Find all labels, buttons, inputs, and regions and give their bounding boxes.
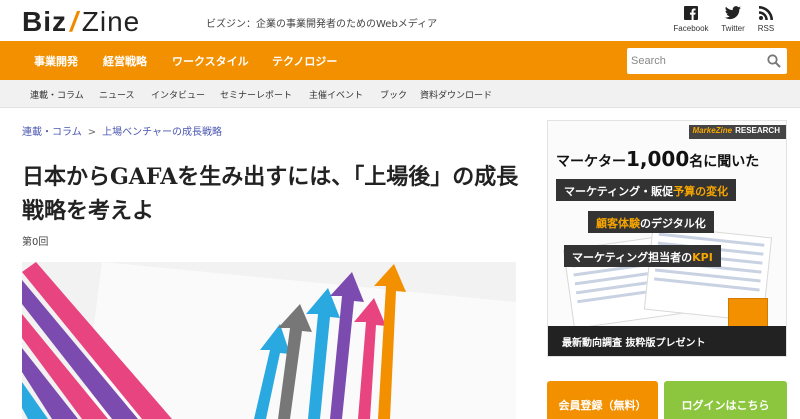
- logo-zine: Zine: [81, 6, 141, 37]
- site-tagline: ビズジン：企業の事業開発者のためのWebメディア: [206, 19, 438, 30]
- facebook-label: Facebook: [673, 24, 709, 33]
- ad-band-budget: マーケティング・販促予算の変化: [556, 179, 737, 201]
- rss-link[interactable]: RSS: [746, 6, 786, 33]
- subnav-item-seminar-report[interactable]: セミナーレポート: [220, 88, 292, 101]
- register-button[interactable]: 会員登録（無料）: [547, 381, 658, 419]
- logo-biz: Biz: [22, 6, 67, 37]
- ad-band2-post: のデジタル化: [640, 217, 706, 230]
- rss-label: RSS: [757, 24, 775, 33]
- rss-icon: [759, 6, 773, 20]
- breadcrumb-item-columns[interactable]: 連載・コラム: [22, 127, 82, 138]
- sidebar-ad-banner[interactable]: MarkeZine RESEARCH マーケター1,000名に聞いた マーケティン…: [547, 120, 787, 357]
- ad-brand-badge: MarkeZine RESEARCH: [688, 125, 786, 139]
- subnav-item-downloads[interactable]: 資料ダウンロード: [420, 88, 492, 101]
- search-icon[interactable]: [767, 54, 781, 68]
- ad-band2-highlight: 顧客体験: [596, 217, 640, 230]
- ad-band3-highlight: KPI: [692, 251, 713, 264]
- twitter-icon: [725, 6, 741, 20]
- ad-band-cx: 顧客体験のデジタル化: [588, 211, 714, 233]
- ad-brand-name: MarkeZine: [692, 126, 733, 135]
- subnav-item-interview[interactable]: インタビュー: [151, 88, 205, 101]
- nav-item-management-strategy[interactable]: 経営戦略: [103, 53, 147, 69]
- site-header: Biz / Zine ビズジン：企業の事業開発者のためのWebメディア Facebo…: [0, 0, 800, 41]
- site-logo[interactable]: Biz / Zine: [22, 6, 140, 38]
- ad-headline: マーケター1,000名に聞いた: [556, 147, 759, 171]
- hero-image: [22, 262, 516, 419]
- facebook-icon: [684, 6, 698, 20]
- breadcrumb-item-series[interactable]: 上場ベンチャーの成長戦略: [102, 127, 222, 138]
- sub-navigation: 連載・コラム ニュース インタビュー セミナーレポート 主催イベント ブック 資…: [0, 80, 800, 108]
- ad-band1-highlight: 予算の変化: [673, 185, 729, 198]
- ad-headline-post: 名に聞いた: [689, 154, 760, 170]
- article-title: 日本からGAFAを生み出すには、「上場後」の成長戦略を考えよ: [22, 164, 519, 224]
- hero-arrows-illustration: [22, 262, 516, 419]
- search-input[interactable]: [631, 48, 761, 74]
- subnav-item-columns[interactable]: 連載・コラム: [30, 88, 84, 101]
- search-box: [627, 48, 787, 74]
- subnav-item-books[interactable]: ブック: [380, 88, 407, 101]
- login-button[interactable]: ログインはこちら: [664, 381, 787, 419]
- breadcrumb: 連載・コラム > 上場ベンチャーの成長戦略: [22, 123, 222, 138]
- ad-band-kpi: マーケティング担当者のKPI: [564, 245, 721, 267]
- subnav-item-events[interactable]: 主催イベント: [309, 88, 363, 101]
- breadcrumb-separator: >: [87, 127, 97, 138]
- ad-band1-pre: マーケティング・販促: [564, 185, 674, 198]
- logo-slash: /: [70, 6, 79, 37]
- ad-headline-pre: マーケター: [556, 154, 626, 170]
- nav-item-workstyle[interactable]: ワークスタイル: [172, 53, 249, 69]
- ad-band3-pre: マーケティング担当者の: [572, 251, 693, 264]
- subnav-item-news[interactable]: ニュース: [99, 88, 135, 101]
- ad-headline-number: 1,000: [626, 147, 690, 171]
- nav-item-technology[interactable]: テクノロジー: [272, 53, 337, 69]
- ad-footer: 最新動向調査 抜粋版プレゼント: [548, 326, 786, 356]
- ad-brand-tag: RESEARCH: [735, 126, 780, 135]
- facebook-link[interactable]: Facebook: [671, 6, 711, 33]
- nav-item-business-development[interactable]: 事業開発: [34, 53, 78, 69]
- episode-number: 第0回: [22, 237, 49, 248]
